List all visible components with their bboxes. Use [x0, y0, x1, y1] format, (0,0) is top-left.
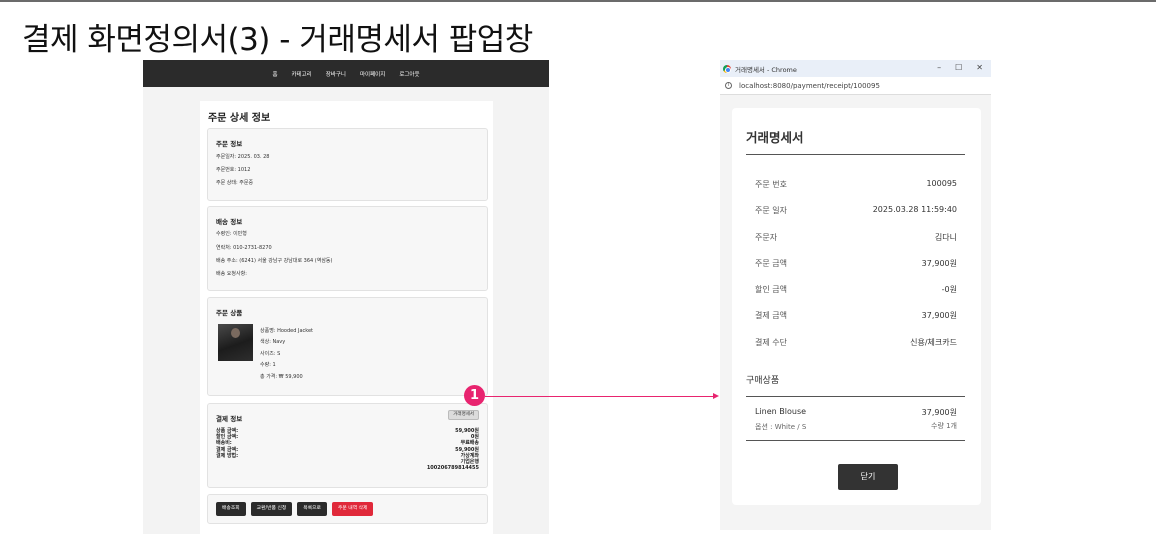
order-products-title: 주문 상품 [216, 309, 243, 317]
nav-cart[interactable]: 장바구니 [326, 70, 346, 78]
receipt-card: 거래명세서 주문 번호 100095 주문 일자 2025.03.28 11:5… [732, 108, 981, 505]
order-date: 주문일자: 2025. 03. 28 [216, 154, 270, 160]
receipt-row-payment-amount: 결제 금액 37,900원 [755, 310, 957, 322]
receipt-button[interactable]: 거래명세서 [448, 410, 479, 420]
items-heading: 구매상품 [746, 376, 780, 386]
item-price: 37,900원 [921, 408, 957, 417]
payment-info-section: 결제 정보 거래명세서 상품 금액: 할인 금액: 배송비: 결제 금액: 결제… [207, 403, 488, 488]
nav-logout[interactable]: 로그아웃 [399, 70, 419, 78]
row-value: 2025.03.28 11:59:40 [872, 205, 957, 214]
row-label: 주문자 [755, 233, 778, 242]
item-quantity: 수량 1개 [931, 422, 957, 430]
row-value: 100095 [926, 179, 957, 188]
action-buttons-section: 배송조회 교환/반품 신청 목록으로 주문 내역 삭제 [207, 494, 488, 524]
nav-category[interactable]: 카테고리 [292, 70, 312, 78]
receipt-row-discount: 할인 금액 -0원 [755, 284, 957, 296]
payment-label: 결제 금액: [216, 446, 239, 453]
delivery-info-title: 배송 정보 [216, 218, 243, 226]
payment-labels: 상품 금액: 할인 금액: 배송비: 결제 금액: 결제 방법: [216, 428, 238, 459]
row-label: 주문 금액 [755, 259, 787, 268]
receipt-row-order-amount: 주문 금액 37,900원 [755, 258, 957, 270]
receipt-row-orderer: 주문자 김다니 [755, 232, 957, 244]
delivery-request: 배송 요청사항: [216, 271, 247, 277]
row-label: 할인 금액 [755, 285, 787, 294]
item-option: 옵션 : White / S [755, 423, 807, 431]
track-delivery-button[interactable]: 배송조회 [216, 502, 246, 516]
action-button-row: 배송조회 교환/반품 신청 목록으로 주문 내역 삭제 [216, 502, 374, 516]
row-value: 신용/체크카드 [910, 338, 957, 347]
order-detail-screenshot: 홈 카테고리 장바구니 마이페이지 로그아웃 주문 상세 정보 주문 정보 주문… [143, 60, 549, 534]
row-label: 주문 번호 [755, 180, 787, 189]
back-to-list-button[interactable]: 목록으로 [297, 502, 327, 516]
order-info-section: 주문 정보 주문일자: 2025. 03. 28 주문번호: 1012 주문 상… [207, 128, 488, 201]
row-label: 결제 금액 [755, 311, 787, 320]
window-titlebar: 거래명세서 - Chrome – ☐ ✕ [720, 60, 991, 77]
receipt-row-order-date: 주문 일자 2025.03.28 11:59:40 [755, 205, 957, 217]
product-quantity: 수량: 1 [260, 362, 276, 368]
receipt-row-payment-method: 결제 수단 신용/체크카드 [755, 337, 957, 349]
close-window-icon[interactable]: ✕ [976, 63, 983, 72]
payment-label: 결제 방법: [216, 452, 239, 459]
nav-home[interactable]: 홈 [272, 70, 277, 78]
product-size: 사이즈: S [260, 351, 281, 357]
order-info-title: 주문 정보 [216, 140, 243, 148]
order-number: 주문번호: 1012 [216, 167, 251, 173]
minimize-icon[interactable]: – [937, 63, 941, 72]
top-nav: 홈 카테고리 장바구니 마이페이지 로그아웃 [143, 60, 549, 87]
row-value: 37,900원 [921, 311, 957, 320]
nav-mypage[interactable]: 마이페이지 [360, 70, 385, 78]
product-image[interactable] [218, 324, 253, 361]
payment-values: 59,900원 0원 무료배송 59,900원 가상계좌 기업은행 100206… [427, 428, 479, 471]
items-divider-top [746, 396, 965, 397]
window-title: 거래명세서 - Chrome [735, 65, 797, 74]
arrow-head-icon [713, 393, 719, 399]
contact: 연락처: 010-2731-8270 [216, 245, 272, 251]
item-name: Linen Blouse [755, 407, 807, 416]
order-detail-title: 주문 상세 정보 [208, 113, 271, 124]
row-label: 결제 수단 [755, 338, 787, 347]
payment-info-title: 결제 정보 [216, 415, 243, 423]
delivery-info-section: 배송 정보 수령인: 이민형 연락처: 010-2731-8270 배송 주소:… [207, 206, 488, 291]
row-value: 37,900원 [921, 259, 957, 268]
product-name: 상품명: Hooded Jacket [260, 328, 314, 334]
receipt-row-order-number: 주문 번호 100095 [755, 179, 957, 191]
recipient: 수령인: 이민형 [216, 231, 247, 237]
close-button[interactable]: 닫기 [838, 464, 898, 490]
maximize-icon[interactable]: ☐ [955, 63, 962, 72]
order-detail-card: 주문 상세 정보 주문 정보 주문일자: 2025. 03. 28 주문번호: … [200, 101, 493, 534]
window-controls: – ☐ ✕ [937, 63, 983, 72]
annotation-arrow-line [485, 396, 713, 397]
product-total: 총 가격: ₩ 59,900 [260, 374, 303, 380]
address-bar[interactable]: i localhost:8080/payment/receipt/100095 [720, 77, 991, 95]
receipt-title: 거래명세서 [746, 130, 804, 145]
payment-value: 100206789814455 [426, 465, 479, 472]
delete-order-button[interactable]: 주문 내역 삭제 [331, 502, 374, 516]
row-value: -0원 [941, 285, 957, 294]
chrome-icon [723, 64, 731, 73]
receipt-popup-window: 거래명세서 - Chrome – ☐ ✕ i localhost:8080/pa… [720, 60, 991, 530]
row-value: 김다니 [934, 233, 957, 242]
items-divider-bottom [746, 440, 965, 441]
slide-title: 결제 화면정의서(3) - 거래명세서 팝업창 [22, 22, 533, 58]
title-divider [746, 154, 965, 155]
product-color: 색상: Navy [260, 339, 286, 345]
order-status: 주문 상태: 주문중 [216, 180, 254, 186]
row-label: 주문 일자 [755, 206, 787, 215]
top-rule [0, 0, 1156, 2]
annotation-badge: 1 [464, 385, 485, 406]
delivery-address: 배송 주소: (6241) 서울 강남구 강남대로 364 (역삼동) [216, 258, 333, 264]
order-products-section: 주문 상품 상품명: Hooded Jacket 색상: Navy 사이즈: S… [207, 297, 488, 396]
exchange-return-button[interactable]: 교환/반품 신청 [250, 502, 293, 516]
url-text: localhost:8080/payment/receipt/100095 [739, 81, 880, 90]
info-icon[interactable]: i [725, 82, 732, 89]
